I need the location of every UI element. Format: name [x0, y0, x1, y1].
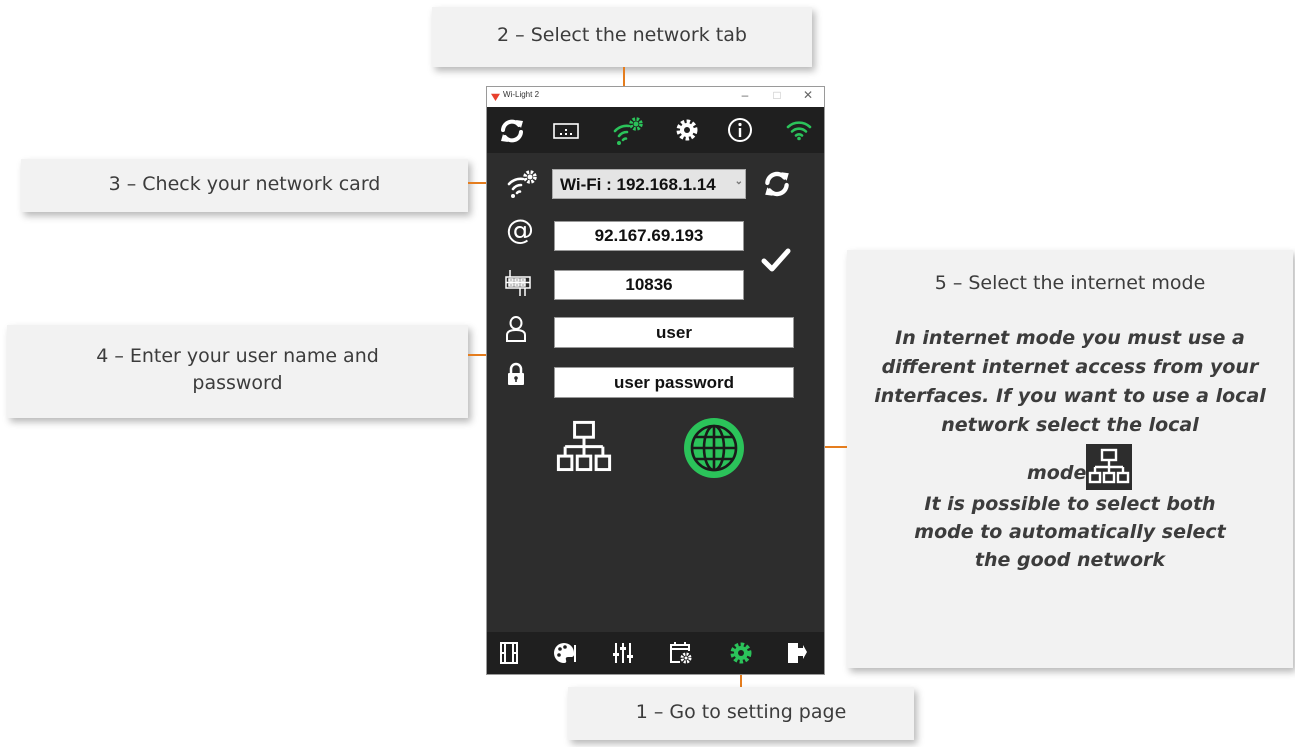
- ip-address-value: 92.167.69.193: [594, 226, 704, 245]
- callout-select-network-tab: 2 – Select the network tab: [432, 7, 812, 67]
- callout-mode-text: mode: [1027, 462, 1087, 484]
- checkmark-icon[interactable]: [761, 247, 791, 273]
- mixer-sliders-icon[interactable]: [612, 642, 634, 664]
- wifi-status-icon: [786, 121, 812, 141]
- network-card-icon: [507, 170, 537, 198]
- password-field[interactable]: user password: [554, 367, 794, 398]
- window-title: Wi-Light 2: [503, 90, 540, 99]
- callout-text: 1 – Go to setting page: [635, 701, 847, 723]
- minimize-button[interactable]: –: [735, 88, 755, 102]
- app-window: Wi-Light 2 – □ ✕ Wi-Fi: 192.168.1.14 ⌄ …: [486, 86, 825, 675]
- callout-internet-mode: 5 – Select the internet mode In internet…: [847, 250, 1293, 668]
- callout-check-network-card: 3 – Check your network card: [21, 159, 468, 212]
- refresh-network-icon[interactable]: [762, 169, 792, 199]
- app-logo-icon: [491, 93, 500, 101]
- port-icon: [505, 270, 531, 296]
- network-card-select[interactable]: Wi-Fi : 192.168.1.14 ⌄: [552, 169, 746, 199]
- network-tab-icon[interactable]: [611, 114, 645, 146]
- bottom-nav-bar: [487, 632, 824, 674]
- username-field[interactable]: user: [554, 317, 794, 348]
- callout-go-to-settings: 1 – Go to setting page: [568, 687, 914, 740]
- palette-icon[interactable]: [554, 642, 578, 664]
- ip-address-field[interactable]: 92.167.69.193: [554, 221, 744, 251]
- keyboard-icon[interactable]: [553, 122, 579, 140]
- exit-door-icon[interactable]: [786, 641, 808, 665]
- chevron-down-icon: ⌄: [732, 176, 743, 187]
- username-value: user: [656, 323, 692, 342]
- port-field[interactable]: 10836: [554, 270, 744, 300]
- maximize-button[interactable]: □: [767, 88, 787, 102]
- at-sign-icon: @: [506, 213, 534, 246]
- callout-title: 5 – Select the internet mode: [934, 272, 1206, 294]
- title-bar: Wi-Light 2 – □ ✕: [487, 87, 824, 107]
- settings-gear-icon[interactable]: [729, 641, 753, 665]
- film-icon[interactable]: [499, 642, 519, 664]
- callout-body: In internet mode you must use a differen…: [874, 327, 1266, 436]
- callout-footer: It is possible to select both mode to au…: [914, 493, 1226, 571]
- top-tab-bar: [487, 107, 824, 153]
- port-value: 10836: [625, 275, 673, 294]
- callout-text: 4 – Enter your user name and password: [96, 345, 379, 394]
- network-card-value: Wi-Fi : 192.168.1.14: [560, 175, 716, 194]
- local-network-mode-button[interactable]: [553, 417, 615, 479]
- gear-icon[interactable]: [675, 118, 699, 142]
- callout-text: 3 – Check your network card: [108, 173, 381, 195]
- refresh-icon[interactable]: [498, 117, 526, 145]
- callout-text: 2 – Select the network tab: [497, 24, 747, 46]
- local-network-mode-icon: [1086, 444, 1132, 490]
- info-icon[interactable]: [727, 117, 753, 143]
- calendar-settings-icon[interactable]: [669, 641, 693, 665]
- callout-mode-line: mode: [847, 440, 1293, 490]
- user-icon: [506, 316, 526, 342]
- callout-enter-credentials: 4 – Enter your user name and password: [7, 325, 468, 418]
- close-button[interactable]: ✕: [798, 88, 818, 102]
- password-value: user password: [614, 373, 734, 392]
- internet-mode-globe-button[interactable]: [683, 417, 745, 479]
- lock-icon: [508, 362, 524, 385]
